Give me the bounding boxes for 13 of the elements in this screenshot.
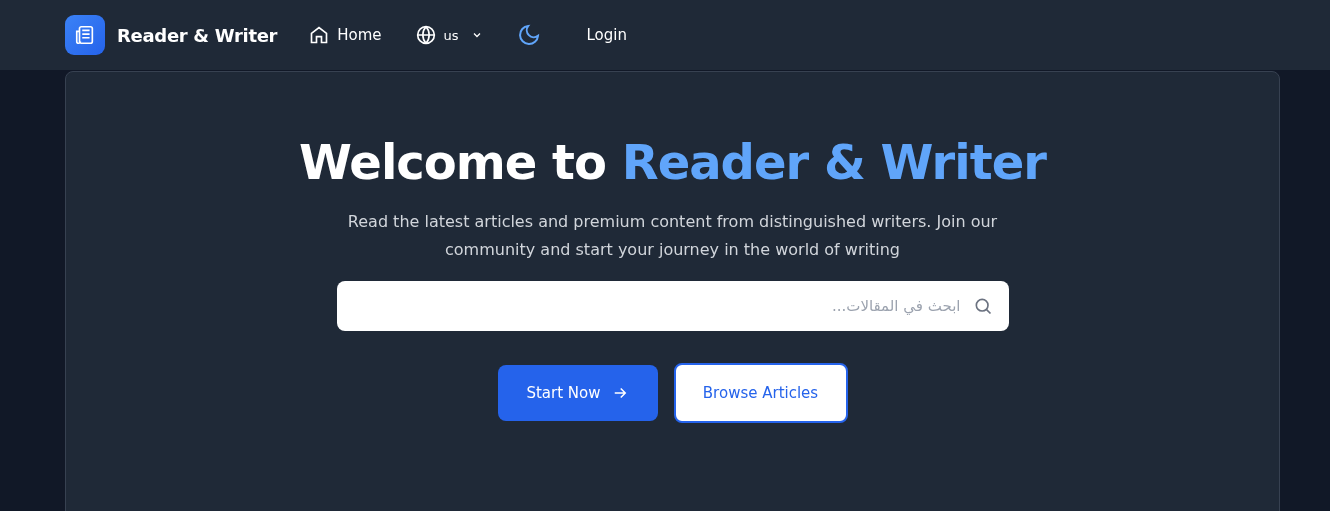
start-now-button[interactable]: Start Now [497,365,658,421]
home-link[interactable]: Home [309,25,382,45]
hero-title: Welcome to Reader & Writer [299,134,1046,190]
login-link[interactable]: Login [586,26,627,44]
globe-icon [415,25,436,45]
logo-icon[interactable] [65,15,105,55]
home-icon [309,25,330,45]
hero-subtitle: Read the latest articles and premium content from distinguished writers. Join our community and start your journey in the world of writing [346,211,999,261]
language-selector[interactable]: us [415,25,483,45]
browse-articles-button[interactable]: Browse Articles [673,363,848,423]
brand-name: Reader & Writer [117,24,278,46]
search-field[interactable]: ابحث في المقالات... [336,281,1009,331]
moon-icon[interactable] [516,23,541,47]
